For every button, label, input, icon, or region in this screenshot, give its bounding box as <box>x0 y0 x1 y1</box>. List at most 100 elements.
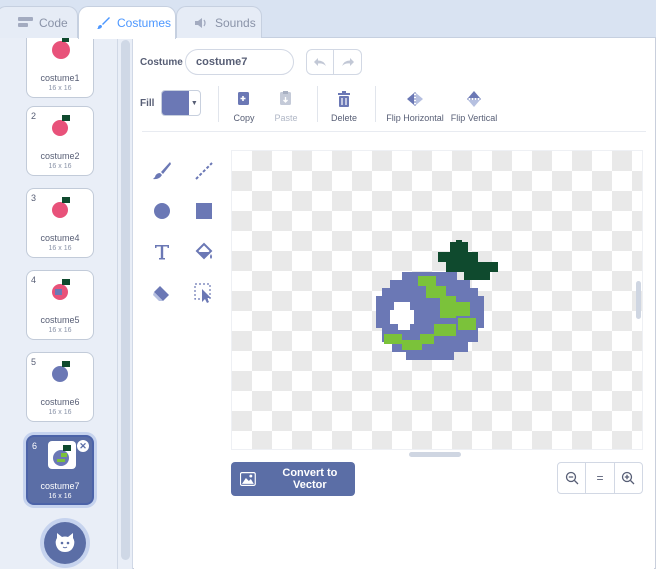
fill-color-picker[interactable]: ▼ <box>161 90 201 116</box>
delete-button[interactable]: Delete <box>330 90 358 123</box>
trash-icon <box>330 90 358 108</box>
toolbar-divider-line <box>142 131 646 132</box>
paste-button[interactable]: Paste <box>273 90 299 123</box>
convert-to-vector-button[interactable]: Convert to Vector <box>231 462 355 496</box>
costume-item-2[interactable]: 2 costume2 16 x 16 <box>26 106 94 176</box>
zoom-reset-button[interactable]: = <box>585 463 613 493</box>
toolbar-divider <box>375 86 376 122</box>
rectangle-tool[interactable] <box>192 199 216 223</box>
zoom-in-button[interactable] <box>613 463 642 493</box>
costume-size: 16 x 16 <box>48 245 72 252</box>
editor-tabs: Code Costumes Sounds <box>0 0 656 39</box>
costume-list-scrollbar[interactable] <box>118 38 133 569</box>
costume-name: costume2 <box>40 151 80 161</box>
costume-thumbnail <box>52 279 70 300</box>
undo-icon <box>314 58 326 66</box>
tab-costumes-label: Costumes <box>117 16 172 30</box>
fill-bucket-tool[interactable] <box>192 240 216 264</box>
chevron-down-icon: ▼ <box>190 99 198 107</box>
costume-item-6-selected[interactable]: 6 ✕ costume7 16 x 16 <box>26 435 94 505</box>
flip-horizontal-label: Flip Horizontal <box>386 113 444 123</box>
copy-icon <box>231 90 257 108</box>
costume-name: costume4 <box>40 233 80 243</box>
undo-button[interactable] <box>307 50 335 74</box>
costume-number: 2 <box>31 111 37 121</box>
image-icon <box>240 472 256 486</box>
costume-item-5[interactable]: 5 costume6 16 x 16 <box>26 352 94 422</box>
choose-costume-button[interactable] <box>44 522 86 564</box>
undo-redo-group <box>306 49 362 75</box>
delete-costume-icon[interactable]: ✕ <box>77 440 89 452</box>
tab-costumes[interactable]: Costumes <box>78 6 176 39</box>
costume-size: 16 x 16 <box>48 493 72 500</box>
paste-label: Paste <box>274 113 298 123</box>
canvas-vertical-scrollbar[interactable] <box>636 281 641 319</box>
circle-tool[interactable] <box>150 199 174 223</box>
paste-icon <box>273 90 299 108</box>
cat-add-icon <box>55 533 75 552</box>
paint-editor: Costume Fill ▼ Copy Paste Delete <box>134 38 654 569</box>
costume-item-3[interactable]: 3 costume4 16 x 16 <box>26 188 94 258</box>
scrollbar-thumb[interactable] <box>121 40 130 560</box>
select-tool[interactable] <box>192 281 216 305</box>
line-icon <box>195 162 213 180</box>
tab-sounds[interactable]: Sounds <box>176 6 262 38</box>
costume-name: costume5 <box>40 315 80 325</box>
costume-number: 5 <box>31 357 37 367</box>
costume-size: 16 x 16 <box>48 327 72 334</box>
costume-thumbnail <box>48 441 76 469</box>
costume-thumbnail <box>52 361 70 382</box>
redo-icon <box>341 58 354 66</box>
brush-icon <box>153 162 171 180</box>
toolbar-divider <box>218 86 219 122</box>
costume-size: 16 x 16 <box>48 163 72 170</box>
eraser-icon <box>153 286 169 301</box>
fill-label: Fill <box>140 98 155 109</box>
costume-size: 16 x 16 <box>48 85 72 92</box>
costume-item-4[interactable]: 4 costume5 16 x 16 <box>26 270 94 340</box>
canvas-horizontal-scrollbar[interactable] <box>409 452 461 457</box>
delete-label: Delete <box>330 113 357 123</box>
costume-number: 6 <box>32 441 38 451</box>
costume-size: 16 x 16 <box>48 409 72 416</box>
copy-button[interactable]: Copy <box>231 90 257 123</box>
flip-vertical-label: Flip Vertical <box>450 113 498 123</box>
costume-thumbnail <box>52 115 70 136</box>
convert-to-vector-label: Convert to Vector <box>282 467 338 491</box>
flip-vertical-button[interactable]: Flip Vertical <box>450 90 498 123</box>
sprite-costume-art <box>376 240 498 360</box>
text-t-icon <box>155 245 169 260</box>
zoom-in-icon <box>622 471 635 485</box>
tab-code-label: Code <box>39 15 68 30</box>
costume-thumbnail <box>52 38 70 59</box>
costume-number: 4 <box>31 275 37 285</box>
flip-horizontal-icon <box>386 90 444 108</box>
costume-item-1[interactable]: costume1 16 x 16 <box>26 38 94 98</box>
flip-horizontal-button[interactable]: Flip Horizontal <box>386 90 444 123</box>
costume-number: 3 <box>31 193 37 203</box>
costume-label: Costume <box>140 57 183 68</box>
select-arrow-icon <box>194 283 211 303</box>
costume-name-input[interactable] <box>185 49 294 75</box>
costume-name: costume7 <box>40 481 80 491</box>
costume-list[interactable]: costume1 16 x 16 2 costume2 16 x 16 3 co… <box>0 38 118 569</box>
tab-code[interactable]: Code <box>0 6 78 38</box>
code-blocks-icon <box>17 16 33 30</box>
brush-tool[interactable] <box>150 159 174 183</box>
circle-icon <box>154 203 170 219</box>
rectangle-icon <box>196 203 212 219</box>
zoom-out-icon <box>565 471 579 485</box>
tab-sounds-label: Sounds <box>215 15 256 30</box>
speaker-icon <box>193 16 209 30</box>
line-tool[interactable] <box>192 159 216 183</box>
costume-thumbnail <box>52 197 70 218</box>
drawing-canvas[interactable] <box>231 150 643 450</box>
redo-button[interactable] <box>334 50 361 74</box>
flip-vertical-icon <box>450 90 498 108</box>
text-tool[interactable] <box>150 240 174 264</box>
eraser-tool[interactable] <box>150 281 174 305</box>
zoom-controls: = <box>557 462 643 494</box>
zoom-out-button[interactable] <box>558 463 585 493</box>
toolbar-divider <box>317 86 318 122</box>
costume-name: costume6 <box>40 397 80 407</box>
